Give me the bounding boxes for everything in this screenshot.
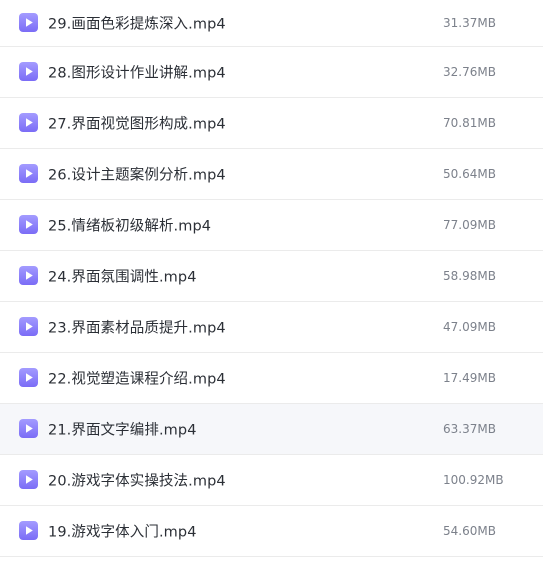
file-row[interactable]: 20.游戏字体实操技法.mp4 100.92MB: [0, 455, 543, 506]
file-name[interactable]: 20.游戏字体实操技法.mp4: [48, 470, 226, 491]
file-name[interactable]: 22.视觉塑造课程介绍.mp4: [48, 368, 226, 389]
file-size: 54.60MB: [443, 524, 496, 538]
file-row[interactable]: 25.情绪板初级解析.mp4 77.09MB: [0, 200, 543, 251]
file-name[interactable]: 19.游戏字体入门.mp4: [48, 521, 197, 542]
file-row[interactable]: 29.画面色彩提炼深入.mp4 31.37MB: [0, 0, 543, 47]
file-row[interactable]: 23.界面素材品质提升.mp4 47.09MB: [0, 302, 543, 353]
file-size: 32.76MB: [443, 65, 496, 79]
file-name[interactable]: 23.界面素材品质提升.mp4: [48, 317, 226, 338]
video-file-icon: [19, 62, 38, 81]
file-size: 70.81MB: [443, 116, 496, 130]
file-size: 17.49MB: [443, 371, 496, 385]
file-row[interactable]: 27.界面视觉图形构成.mp4 70.81MB: [0, 98, 543, 149]
file-size: 47.09MB: [443, 320, 496, 334]
file-name[interactable]: 24.界面氛围调性.mp4: [48, 266, 197, 287]
file-row[interactable]: 19.游戏字体入门.mp4 54.60MB: [0, 506, 543, 557]
video-file-icon: [19, 215, 38, 234]
video-file-icon: [19, 266, 38, 285]
file-name[interactable]: 28.图形设计作业讲解.mp4: [48, 62, 226, 83]
video-file-icon: [19, 164, 38, 183]
video-file-icon: [19, 521, 38, 540]
file-list: 29.画面色彩提炼深入.mp4 31.37MB 28.图形设计作业讲解.mp4 …: [0, 0, 543, 557]
file-name[interactable]: 29.画面色彩提炼深入.mp4: [48, 13, 226, 34]
file-size: 58.98MB: [443, 269, 496, 283]
video-file-icon: [19, 113, 38, 132]
file-size: 50.64MB: [443, 167, 496, 181]
video-file-icon: [19, 419, 38, 438]
file-size: 100.92MB: [443, 473, 504, 487]
video-file-icon: [19, 13, 38, 32]
file-row[interactable]: 26.设计主题案例分析.mp4 50.64MB: [0, 149, 543, 200]
video-file-icon: [19, 368, 38, 387]
file-size: 77.09MB: [443, 218, 496, 232]
file-row[interactable]: 22.视觉塑造课程介绍.mp4 17.49MB: [0, 353, 543, 404]
file-size: 31.37MB: [443, 16, 496, 30]
file-row-hovered[interactable]: 21.界面文字编排.mp4 63.37MB: [0, 404, 543, 455]
file-row[interactable]: 28.图形设计作业讲解.mp4 32.76MB: [0, 47, 543, 98]
file-name[interactable]: 25.情绪板初级解析.mp4: [48, 215, 211, 236]
file-name[interactable]: 27.界面视觉图形构成.mp4: [48, 113, 226, 134]
file-size: 63.37MB: [443, 422, 496, 436]
file-name[interactable]: 21.界面文字编排.mp4: [48, 419, 197, 440]
video-file-icon: [19, 317, 38, 336]
file-row[interactable]: 24.界面氛围调性.mp4 58.98MB: [0, 251, 543, 302]
file-name[interactable]: 26.设计主题案例分析.mp4: [48, 164, 226, 185]
video-file-icon: [19, 470, 38, 489]
